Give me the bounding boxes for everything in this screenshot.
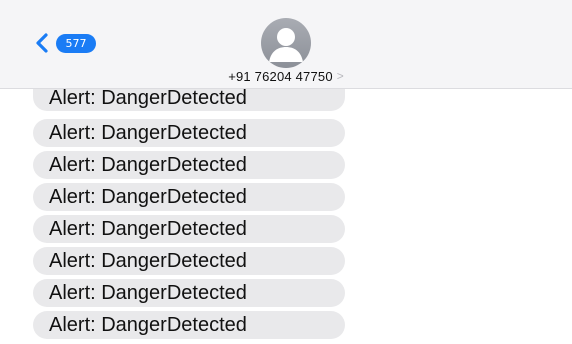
contact-name-row: +91 76204 47750 > bbox=[228, 69, 344, 84]
message-row: Alert: DangerDetected bbox=[33, 87, 433, 119]
message-row: Alert: DangerDetected bbox=[33, 279, 433, 311]
message-row: Alert: DangerDetected bbox=[33, 311, 433, 343]
message-row: Alert: DangerDetected bbox=[33, 151, 433, 183]
message-bubble[interactable]: Alert: DangerDetected bbox=[33, 87, 345, 111]
message-row: Alert: DangerDetected bbox=[33, 247, 433, 279]
conversation-header: 577 +91 76204 47750 > bbox=[0, 0, 572, 89]
contact-number: +91 76204 47750 bbox=[228, 69, 333, 84]
message-bubble[interactable]: Alert: DangerDetected bbox=[33, 183, 345, 211]
message-bubble[interactable]: Alert: DangerDetected bbox=[33, 247, 345, 275]
message-bubble[interactable]: Alert: DangerDetected bbox=[33, 151, 345, 179]
avatar bbox=[261, 18, 311, 68]
message-list: Alert: DangerDetected Alert: DangerDetec… bbox=[33, 87, 433, 343]
message-bubble[interactable]: Alert: DangerDetected bbox=[33, 215, 345, 243]
message-bubble[interactable]: Alert: DangerDetected bbox=[33, 311, 345, 339]
message-row: Alert: DangerDetected bbox=[33, 183, 433, 215]
message-row: Alert: DangerDetected bbox=[33, 215, 433, 247]
contact-info[interactable]: +91 76204 47750 > bbox=[0, 18, 572, 84]
person-silhouette-icon bbox=[269, 28, 303, 62]
chevron-right-icon: > bbox=[336, 69, 344, 83]
message-bubble[interactable]: Alert: DangerDetected bbox=[33, 279, 345, 307]
message-row: Alert: DangerDetected bbox=[33, 119, 433, 151]
message-bubble[interactable]: Alert: DangerDetected bbox=[33, 119, 345, 147]
